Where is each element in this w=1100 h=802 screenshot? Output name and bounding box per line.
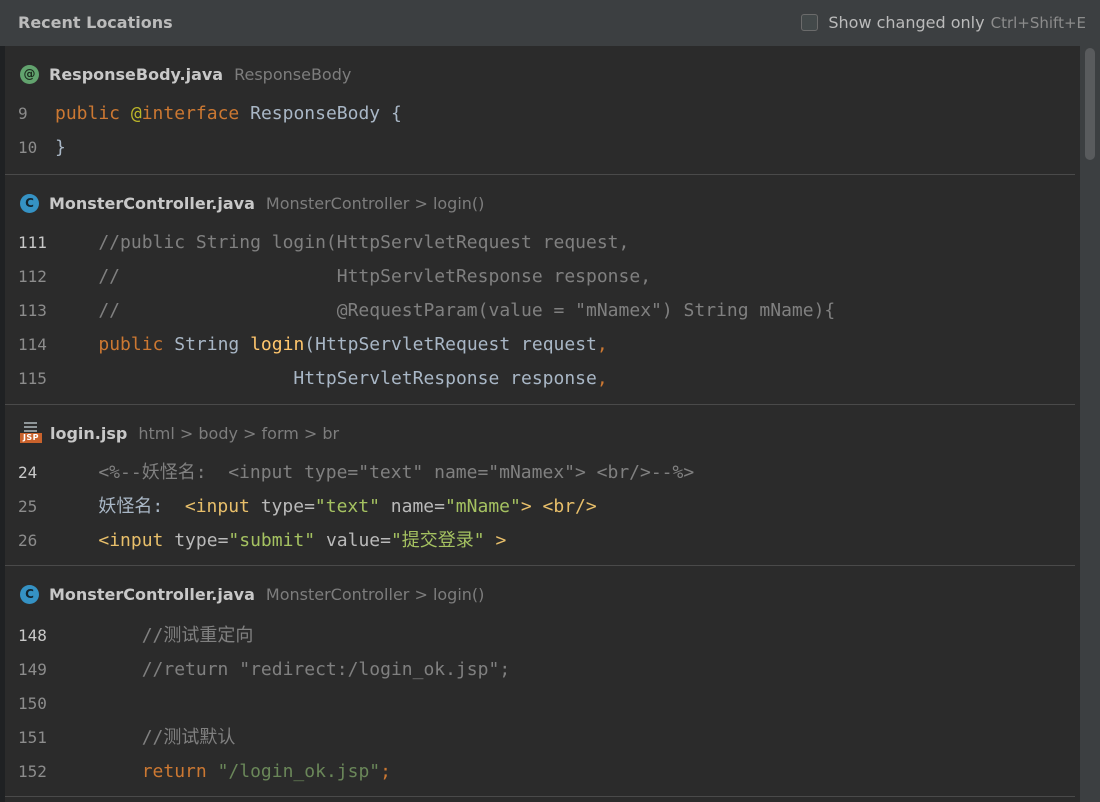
code-text: //return "redirect:/login_ok.jsp"; [55,659,511,680]
class-icon: C [20,193,39,213]
line-number: 151 [18,728,47,747]
code-line[interactable]: 112 // HttpServletResponse response, [5,260,1075,294]
file-name: MonsterController.java [49,193,255,213]
line-number: 10 [18,138,38,157]
code-text: public String login(HttpServletRequest r… [98,334,608,355]
popup-title: Recent Locations [18,13,173,32]
line-number: 25 [18,497,38,516]
location-card[interactable]: C MonsterController.java MonsterControll… [5,566,1075,797]
line-number: 114 [18,335,47,354]
location-card[interactable]: JSP login.jsp html > body > form > br 24… [5,405,1075,566]
line-number: 152 [18,762,47,781]
line-number: 149 [18,660,47,679]
code-text: // HttpServletResponse response, [55,266,652,287]
jsp-file-icon: JSP [20,422,42,444]
code-text: // @RequestParam(value = "mNamex") Strin… [55,300,836,321]
location-card[interactable]: C MonsterController.java MonsterControll… [5,175,1075,405]
scrollbar-thumb[interactable] [1085,48,1095,160]
line-number: 26 [18,531,38,550]
line-number: 24 [18,463,38,482]
code-text: <input type="submit" value="提交登录" > [98,530,507,551]
file-name: MonsterController.java [49,584,255,604]
code-line[interactable]: 150 [5,687,1075,721]
show-changed-checkbox[interactable] [801,14,819,31]
code-line[interactable]: 111 //public String login(HttpServletReq… [5,226,1075,260]
code-text: //public String login(HttpServletRequest… [55,232,630,253]
code-text: } [55,137,66,158]
breadcrumb: MonsterController > login() [265,193,485,213]
code-line[interactable]: 10} [5,131,1075,165]
line-number: 113 [18,301,47,320]
code-line[interactable]: 25 妖怪名: <input type="text" name="mName">… [5,490,1075,524]
breadcrumb: ResponseBody [234,64,352,84]
class-icon: C [20,584,39,604]
code-line[interactable]: 26 <input type="submit" value="提交登录" > [5,524,1075,558]
shortcut-hint: Ctrl+Shift+E [990,13,1086,32]
popup-header: Recent Locations Show changed only Ctrl+… [0,0,1100,47]
line-number: 112 [18,267,47,286]
line-number: 9 [18,104,28,123]
line-number: 148 [18,626,47,645]
code-text: //测试重定向 [55,625,254,646]
code-line[interactable]: 113 // @RequestParam(value = "mNamex") S… [5,294,1075,328]
code-line[interactable]: 149 //return "redirect:/login_ok.jsp"; [5,653,1075,687]
annotation-icon: @ [20,64,39,84]
line-number: 150 [18,694,47,713]
location-card-header[interactable]: C MonsterController.java MonsterControll… [20,582,484,606]
code-line[interactable]: 24 <%--妖怪名: <input type="text" name="mNa… [5,456,1075,490]
code-line[interactable]: 152 return "/login_ok.jsp"; [5,755,1075,789]
code-line[interactable]: 148 //测试重定向 [5,619,1075,653]
code-line[interactable]: 114 public String login(HttpServletReque… [5,328,1075,362]
file-name: login.jsp [50,423,128,443]
location-card-header[interactable]: @ ResponseBody.java ResponseBody [20,62,351,86]
location-card-header[interactable]: JSP login.jsp html > body > form > br [20,421,339,445]
show-changed-label[interactable]: Show changed only [828,13,984,32]
breadcrumb: html > body > form > br [138,423,340,443]
code-text: HttpServletResponse response, [55,368,608,389]
code-line[interactable]: 115 HttpServletResponse response, [5,362,1075,396]
show-changed-toggle[interactable]: Show changed only Ctrl+Shift+E [801,13,1086,32]
line-number: 115 [18,369,47,388]
code-text: 妖怪名: <input type="text" name="mName"> <b… [55,496,597,517]
location-card[interactable]: @ ResponseBody.java ResponseBody 9 public… [5,46,1075,175]
code-text: //测试默认 [55,727,236,748]
code-text: <%--妖怪名: <input type="text" name="mNamex… [55,462,695,483]
code-line[interactable]: 151 //测试默认 [5,721,1075,755]
code-text: public @interface ResponseBody { [55,103,402,124]
recent-locations-popup: Recent Locations Show changed only Ctrl+… [0,0,1100,802]
file-name: ResponseBody.java [49,64,224,84]
line-number: 111 [18,233,47,252]
location-card-header[interactable]: C MonsterController.java MonsterControll… [20,191,484,215]
code-line[interactable]: 9 public @interface ResponseBody { [5,97,1075,131]
code-text: return "/login_ok.jsp"; [141,761,391,782]
breadcrumb: MonsterController > login() [265,584,485,604]
